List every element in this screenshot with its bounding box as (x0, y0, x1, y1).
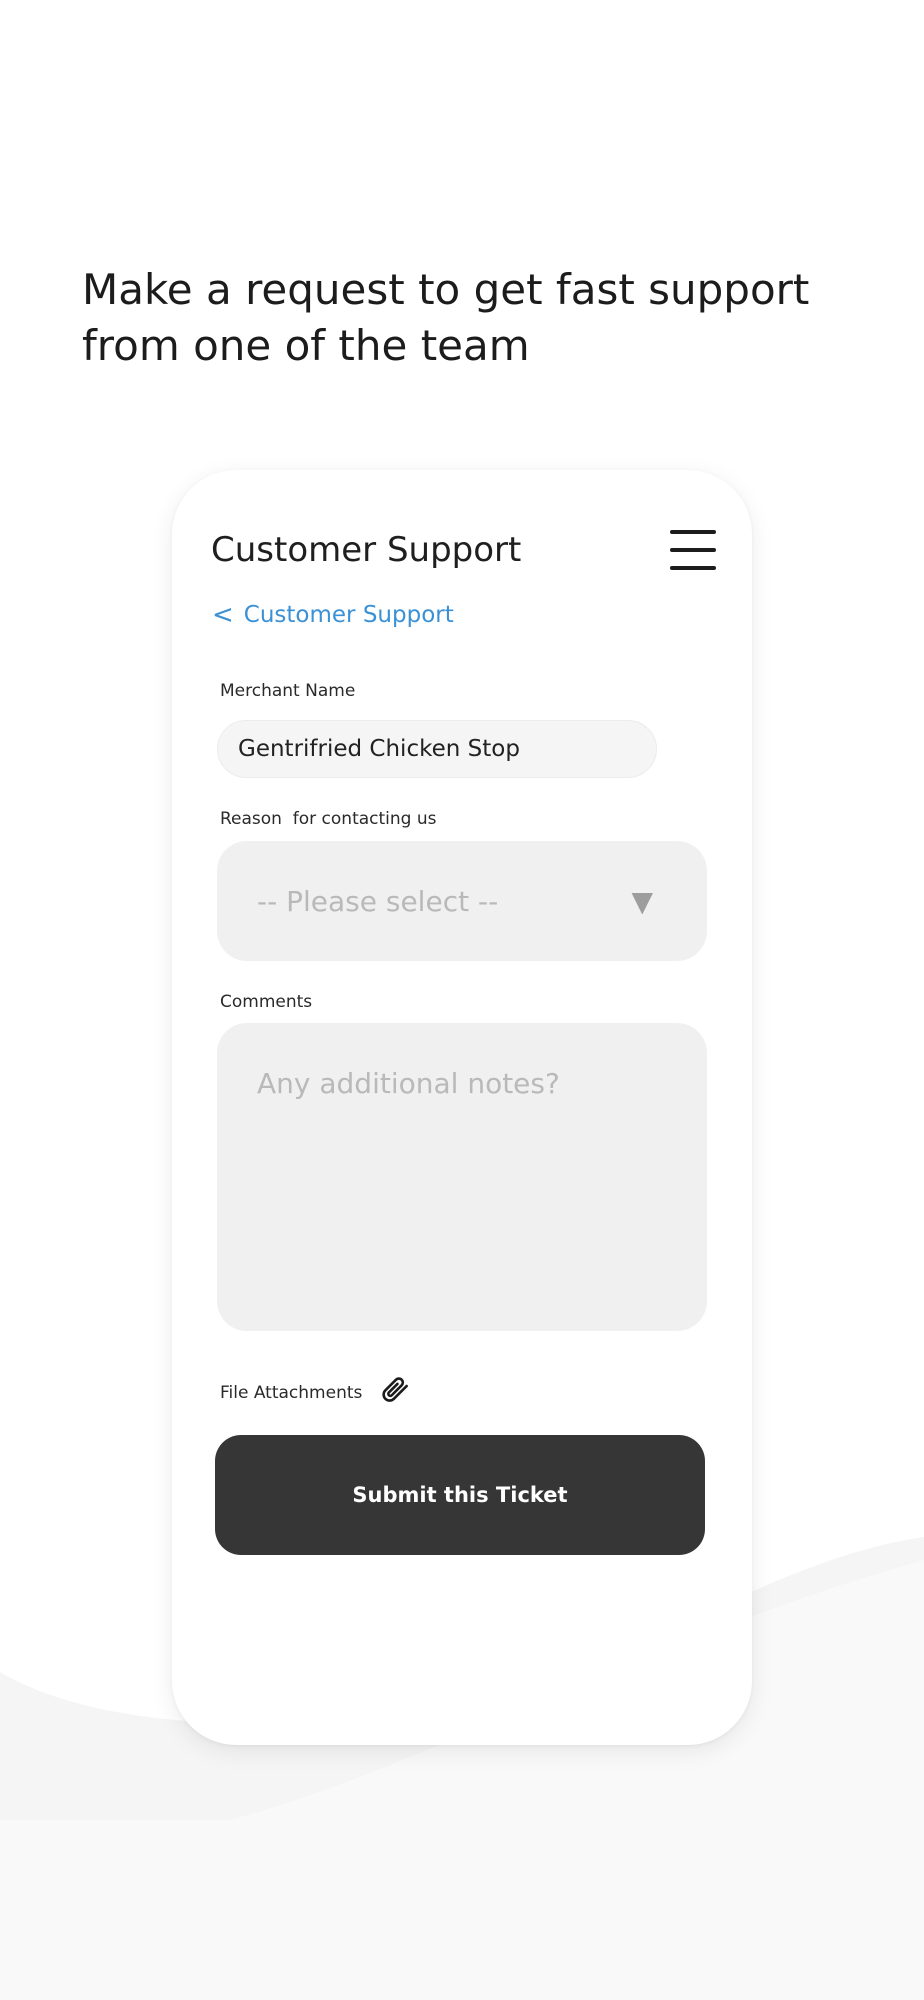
dropdown-caret-icon: ▼ (631, 884, 653, 918)
breadcrumb-back-link[interactable]: < Customer Support (212, 598, 454, 632)
reason-label: Reason for contacting us (220, 809, 437, 829)
breadcrumb-label: Customer Support (243, 602, 454, 628)
file-attachments-button[interactable]: File Attachments (220, 1370, 416, 1416)
chevron-left-icon: < (212, 600, 234, 630)
reason-select[interactable]: -- Please select -- ▼ (217, 841, 707, 961)
reason-placeholder: -- Please select -- (257, 884, 499, 918)
submit-ticket-button[interactable]: Submit this Ticket (215, 1435, 705, 1555)
comments-placeholder: Any additional notes? (257, 1067, 560, 1100)
hamburger-menu-icon[interactable] (670, 530, 716, 570)
app-title: Customer Support (211, 530, 522, 570)
paperclip-icon[interactable] (376, 1371, 416, 1415)
merchant-name-field[interactable]: Gentrifried Chicken Stop (217, 720, 657, 778)
comments-textarea[interactable]: Any additional notes? (217, 1023, 707, 1331)
merchant-name-value: Gentrifried Chicken Stop (238, 736, 520, 762)
page-headline: Make a request to get fast support from … (82, 265, 810, 370)
comments-label: Comments (220, 992, 313, 1012)
file-attachments-label: File Attachments (220, 1383, 363, 1403)
phone-mockup: Customer Support < Customer Support Merc… (172, 470, 752, 1745)
merchant-name-label: Merchant Name (220, 681, 356, 701)
